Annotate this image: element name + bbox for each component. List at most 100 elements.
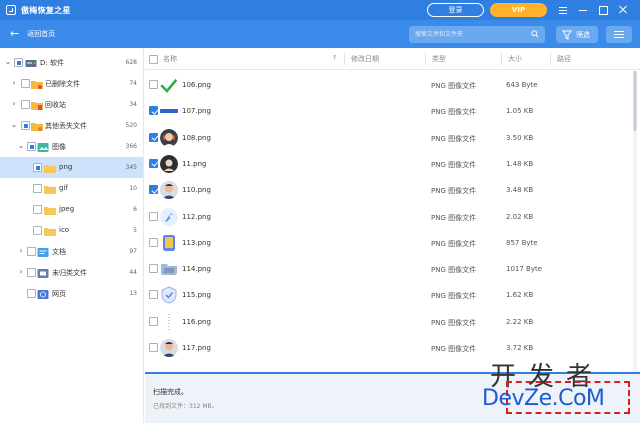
table-header: 名称 ↑ 修改日期 类型 大小 路径 — [145, 48, 640, 70]
chevron-right-icon[interactable]: › — [17, 247, 25, 255]
tree-item[interactable]: ⌄ D: 软件 628 — [0, 52, 143, 73]
column-modified-header[interactable]: 修改日期 — [351, 48, 379, 70]
chevron-right-icon[interactable]: › — [10, 79, 18, 87]
tree-item[interactable]: jpeg 6 — [0, 199, 143, 220]
tree-item[interactable]: png 345 — [0, 157, 143, 178]
file-type: PNG 图像文件 — [431, 318, 477, 327]
sort-arrow-icon[interactable]: ↑ — [332, 54, 338, 62]
table-row[interactable]: 115.png PNG 图像文件 1.62 KB — [145, 282, 640, 308]
table-row[interactable]: 113.png PNG 图像文件 857 Byte — [145, 230, 640, 256]
file-type: PNG 图像文件 — [431, 134, 477, 143]
tree-item[interactable]: › 未归类文件 44 — [0, 262, 143, 283]
column-path-header[interactable]: 路径 — [557, 48, 571, 70]
title-bar: 傲梅恢复之星 登录 VIP — [0, 0, 640, 20]
tree-item-checkbox[interactable] — [33, 163, 42, 172]
search-input[interactable] — [409, 27, 527, 42]
back-arrow-icon[interactable]: ← — [10, 28, 19, 39]
tree-item[interactable]: ico 5 — [0, 220, 143, 241]
chevron-down-icon[interactable]: ⌄ — [10, 121, 18, 129]
back-home-link[interactable]: 返回首页 — [27, 29, 55, 39]
tree-item[interactable]: 网页 13 — [0, 283, 143, 304]
tree-item[interactable]: › 回收站 34 — [0, 94, 143, 115]
tree-item-checkbox[interactable] — [33, 184, 42, 193]
document-category-icon — [37, 247, 49, 257]
search-box[interactable] — [409, 26, 545, 43]
close-icon[interactable] — [616, 3, 630, 17]
file-name: 116.png — [182, 317, 211, 326]
minimize-icon[interactable] — [576, 3, 590, 17]
tree-item-checkbox[interactable] — [21, 121, 30, 130]
folder-thumbnail — [161, 264, 177, 276]
tree-item-checkbox[interactable] — [21, 100, 30, 109]
row-checkbox[interactable] — [149, 80, 158, 89]
tree-item-label: ico — [59, 226, 70, 234]
table-row[interactable]: 107.png PNG 图像文件 1.05 KB — [145, 98, 640, 124]
vip-button[interactable]: VIP — [490, 3, 547, 17]
row-checkbox[interactable] — [149, 316, 158, 326]
column-divider[interactable] — [501, 53, 502, 65]
drive-icon — [25, 59, 37, 67]
tree-item-checkbox[interactable] — [27, 247, 36, 256]
tree-item-checkbox[interactable] — [27, 268, 36, 277]
select-all-checkbox[interactable] — [149, 55, 158, 64]
folder-icon — [44, 164, 56, 173]
tree-item-checkbox[interactable] — [14, 58, 23, 67]
table-row[interactable]: 11.png PNG 图像文件 1.48 KB — [145, 151, 640, 177]
table-row[interactable]: 110.png PNG 图像文件 3.48 KB — [145, 177, 640, 203]
column-divider[interactable] — [344, 53, 345, 65]
filter-button[interactable]: 筛选 — [556, 26, 598, 43]
app-title: 傲梅恢复之星 — [21, 5, 71, 15]
tree-item[interactable]: › 已删除文件 74 — [0, 73, 143, 94]
column-size-header[interactable]: 大小 — [508, 48, 522, 70]
tree-item-checkbox[interactable] — [33, 205, 42, 214]
file-name: 110.png — [182, 186, 211, 195]
scrollbar[interactable] — [633, 71, 637, 371]
table-row[interactable]: 114.png PNG 图像文件 1017 Byte — [145, 256, 640, 282]
column-name-header[interactable]: 名称 — [163, 48, 177, 70]
table-row[interactable]: 112.png PNG 图像文件 2.02 KB — [145, 204, 640, 230]
file-type: PNG 图像文件 — [431, 108, 477, 117]
row-checkbox[interactable] — [149, 211, 158, 221]
tree-item-checkbox[interactable] — [33, 226, 42, 235]
table-row[interactable]: 106.png PNG 图像文件 643 Byte — [145, 72, 640, 98]
maximize-icon[interactable] — [596, 3, 610, 17]
file-type: PNG 图像文件 — [431, 213, 477, 222]
table-row[interactable]: 108.png PNG 图像文件 3.50 KB — [145, 125, 640, 151]
row-checkbox[interactable] — [149, 237, 158, 247]
row-checkbox[interactable] — [149, 343, 158, 352]
column-divider[interactable] — [425, 53, 426, 65]
menu-icon[interactable] — [556, 3, 570, 17]
tree-item[interactable]: ⌄ 其他丢失文件 520 — [0, 115, 143, 136]
chevron-right-icon[interactable]: › — [17, 268, 25, 276]
row-checkbox[interactable] — [149, 185, 158, 195]
login-button[interactable]: 登录 — [427, 3, 484, 17]
column-type-header[interactable]: 类型 — [432, 48, 446, 70]
blue-bar-thumbnail — [160, 109, 178, 114]
headset-avatar-thumbnail — [160, 128, 178, 147]
tree-item-checkbox[interactable] — [27, 289, 36, 298]
table-row[interactable]: 116.png PNG 图像文件 2.22 KB — [145, 309, 640, 335]
tree-item[interactable]: gif 10 — [0, 178, 143, 199]
tree-item[interactable]: ⌄ 图像 366 — [0, 136, 143, 157]
chevron-down-icon[interactable]: ⌄ — [17, 142, 25, 150]
file-name: 113.png — [182, 238, 211, 247]
row-checkbox[interactable] — [149, 132, 158, 142]
column-divider[interactable] — [550, 53, 551, 65]
search-icon[interactable] — [531, 30, 539, 38]
tree-item[interactable]: › 文档 97 — [0, 241, 143, 262]
tree-item-label: 未归类文件 — [52, 269, 87, 277]
chevron-right-icon[interactable]: › — [10, 100, 18, 108]
chevron-down-icon[interactable]: ⌄ — [4, 58, 12, 66]
row-checkbox[interactable] — [149, 290, 158, 300]
row-checkbox[interactable] — [149, 264, 158, 274]
row-checkbox[interactable] — [149, 106, 158, 116]
found-files-text: 已找到文件：312 MB。 — [153, 403, 218, 410]
person-photo-thumbnail — [160, 181, 178, 200]
file-name: 117.png — [182, 344, 211, 352]
tree-item-checkbox[interactable] — [21, 79, 30, 88]
view-menu-button[interactable] — [606, 26, 632, 43]
row-checkbox[interactable] — [149, 158, 158, 168]
tree-item-checkbox[interactable] — [27, 142, 36, 151]
tree-item-label: 网页 — [52, 290, 66, 298]
file-type: PNG 图像文件 — [431, 292, 477, 301]
